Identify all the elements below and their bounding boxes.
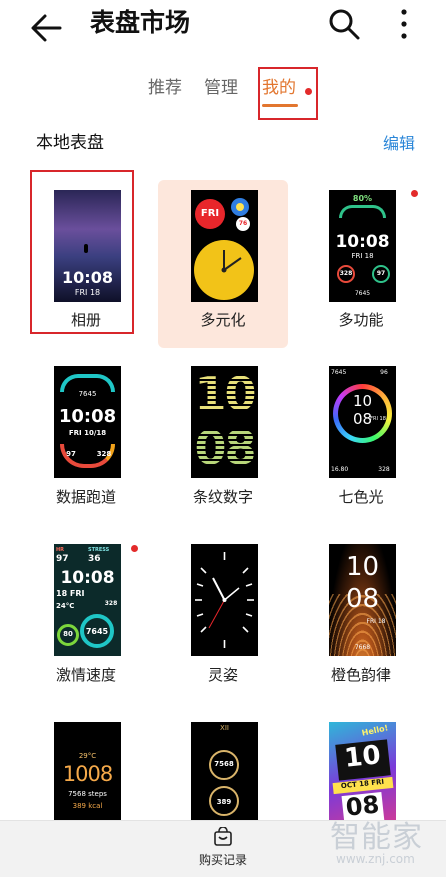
face-stat-text: 7645 bbox=[331, 369, 347, 376]
face-name: 多元化 bbox=[200, 311, 246, 329]
face-hour-text: 10 bbox=[352, 392, 373, 410]
tab-recommended[interactable]: 推荐 bbox=[148, 76, 182, 100]
face-num-text: 76 bbox=[238, 220, 248, 227]
face-name: 激情速度 bbox=[55, 666, 116, 684]
watch-face-card[interactable]: 灵姿 bbox=[158, 538, 288, 708]
face-thumbnail: 29°C 1008 7568 steps 389 kcal bbox=[54, 722, 121, 834]
face-stat-text: 328 bbox=[378, 466, 390, 473]
face-steps-text: 7668 bbox=[354, 644, 371, 651]
section-title: 本地表盘 bbox=[36, 133, 104, 153]
face-name: 数据跑道 bbox=[55, 488, 116, 506]
shopping-bag-icon[interactable] bbox=[212, 827, 234, 847]
watch-face-card[interactable]: 10 08 条纹数字 bbox=[158, 360, 288, 530]
face-thumbnail-orange-rhythm: 10 08 FRI 18 7668 bbox=[329, 544, 396, 656]
purchase-history-button[interactable]: 购买记录 bbox=[190, 851, 256, 868]
face-stat-text: 97 bbox=[56, 554, 69, 564]
face-minute-text: 08 bbox=[345, 584, 380, 614]
annotation-box bbox=[30, 170, 134, 334]
face-kcal-text: 389 kcal bbox=[72, 802, 103, 810]
notification-dot bbox=[131, 545, 138, 552]
face-date-text: FRI 10/18 bbox=[68, 429, 107, 437]
face-kcal-text: 389 bbox=[216, 798, 232, 806]
face-label-text: STRESS bbox=[88, 547, 110, 553]
face-numeral-text: XII bbox=[220, 724, 229, 732]
face-steps-text: 7645 bbox=[354, 290, 371, 297]
search-icon[interactable] bbox=[326, 6, 362, 42]
face-stat-text: 80 bbox=[63, 630, 73, 638]
watch-face-card[interactable]: 10 08 FRI 18 7668 橙色韵律 bbox=[296, 538, 426, 708]
face-stat-text: 96 bbox=[380, 369, 388, 376]
tab-manage[interactable]: 管理 bbox=[204, 76, 238, 100]
page-title: 表盘市场 bbox=[90, 8, 191, 37]
face-name: 多功能 bbox=[338, 311, 384, 329]
face-name: 条纹数字 bbox=[192, 488, 253, 506]
face-time-text: 10:08 bbox=[58, 406, 117, 427]
face-stat-text: 7645 bbox=[85, 627, 109, 636]
face-steps-text: 7645 bbox=[78, 390, 97, 398]
watermark-logo: 智能家 bbox=[330, 820, 423, 855]
watch-face-card[interactable]: 80% 10:08 FRI 18 328 97 7645 多功能 bbox=[296, 180, 426, 350]
face-date-text: 18 FRI bbox=[56, 589, 85, 598]
notification-dot bbox=[411, 190, 418, 197]
face-stat-text: 328 bbox=[104, 600, 118, 607]
face-hello-text: Hello! bbox=[360, 723, 390, 738]
face-thumbnail-grace bbox=[191, 544, 258, 656]
watch-face-card[interactable]: 7645 10:08 FRI 10/18 97 328 数据跑道 bbox=[21, 360, 151, 530]
face-stat-text: 16.80 bbox=[331, 466, 349, 473]
watch-face-card[interactable]: HR STRESS 97 36 10:08 18 FRI 24°C 80 764… bbox=[21, 538, 151, 708]
face-thumbnail-striped-digits: 10 08 bbox=[191, 366, 258, 478]
face-temp-text: 29°C bbox=[78, 752, 97, 760]
more-options-icon[interactable] bbox=[390, 6, 418, 42]
face-battery-text: 80% bbox=[352, 194, 373, 203]
face-time-text: 1008 bbox=[62, 762, 113, 786]
face-name: 橙色韵律 bbox=[330, 666, 391, 684]
face-date-text: FRI 18 bbox=[366, 618, 386, 625]
face-time-text: 10:08 bbox=[335, 232, 390, 252]
face-stat-text: 97 bbox=[376, 270, 386, 277]
face-stat-text: 328 bbox=[339, 270, 353, 277]
face-steps-text: 7568 bbox=[214, 760, 234, 768]
face-label-text: HR bbox=[56, 547, 65, 553]
face-day-text: FRI bbox=[200, 208, 220, 219]
back-arrow-icon[interactable] bbox=[26, 8, 66, 48]
face-time-text: 10:08 bbox=[60, 568, 115, 588]
face-steps-text: 7568 steps bbox=[68, 790, 107, 798]
face-date-text: FRI 18 bbox=[370, 416, 386, 422]
face-thumbnail-seven-color: 7645 96 10 08 FRI 18 16.80 328 bbox=[329, 366, 396, 478]
edit-button[interactable]: 编辑 bbox=[383, 133, 415, 155]
face-stat-text: 328 bbox=[96, 450, 112, 458]
face-name: 七色光 bbox=[338, 488, 384, 506]
face-name: 灵姿 bbox=[207, 666, 238, 684]
face-thumbnail-passion-speed: HR STRESS 97 36 10:08 18 FRI 24°C 80 764… bbox=[54, 544, 121, 656]
watch-face-card[interactable]: 7645 96 10 08 FRI 18 16.80 328 七色光 bbox=[296, 360, 426, 530]
watch-face-card[interactable]: FRI 76 多元化 bbox=[158, 180, 288, 350]
face-date-text: FRI 18 bbox=[351, 252, 374, 260]
face-thumbnail-multifunction: 80% 10:08 FRI 18 328 97 7645 bbox=[329, 190, 396, 302]
annotation-box bbox=[258, 67, 318, 120]
face-temp-text: 24°C bbox=[56, 602, 75, 610]
face-thumbnail-diverse: FRI 76 bbox=[191, 190, 258, 302]
face-stat-text: 36 bbox=[88, 554, 101, 564]
watermark-url: www.znj.com bbox=[336, 852, 415, 866]
face-thumbnail: XII 7568 389 bbox=[191, 722, 258, 834]
face-thumbnail-data-track: 7645 10:08 FRI 10/18 97 328 bbox=[54, 366, 121, 478]
face-stat-text: 97 bbox=[66, 450, 76, 458]
face-hour-text: 10 bbox=[345, 552, 380, 582]
